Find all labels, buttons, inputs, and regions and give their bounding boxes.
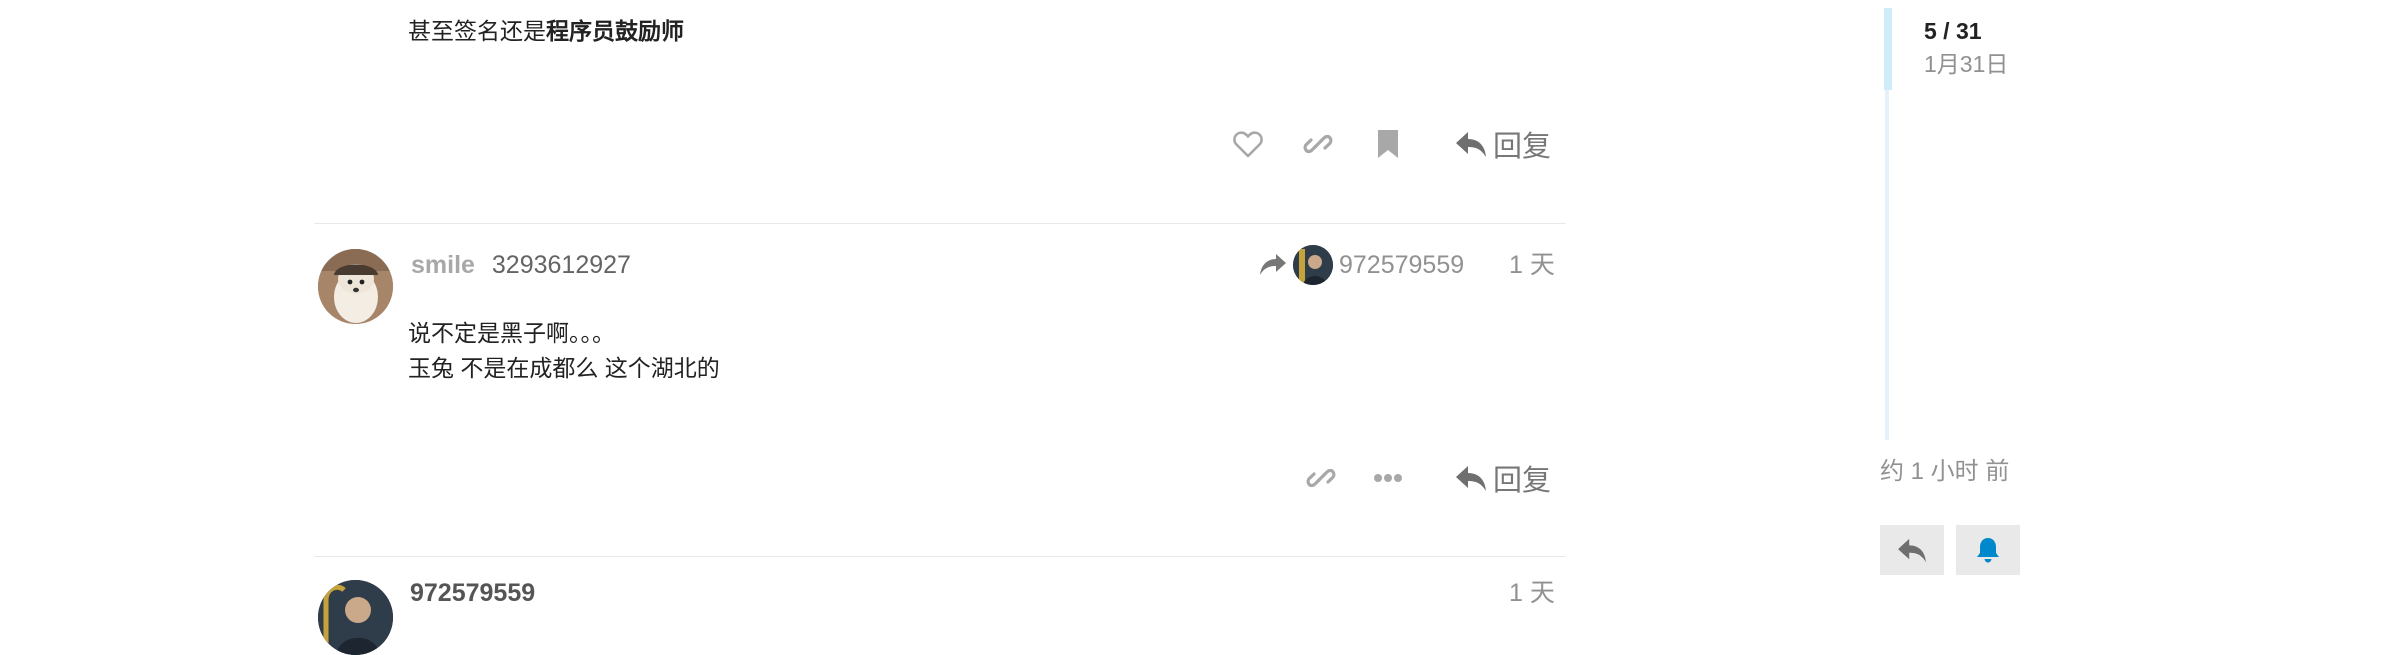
post-body: 说不定是黑子啊。。。 玉兔 不是在成都么 这个湖北的 xyxy=(408,316,720,386)
reply-label: 回复 xyxy=(1493,465,1552,497)
previous-post-reply-button[interactable]: 回复 xyxy=(1455,124,1551,164)
previous-post-bold-text: 程序员鼓励师 xyxy=(546,18,684,44)
user-id[interactable]: 3293612927 xyxy=(492,251,631,279)
previous-post-body: 甚至签名还是程序员鼓励师 xyxy=(408,14,684,49)
share-link-button[interactable] xyxy=(1298,124,1338,164)
reply-label: 回复 xyxy=(1493,131,1552,163)
person-avatar-image xyxy=(318,580,393,655)
next-post-username[interactable]: 972579559 xyxy=(410,578,535,608)
next-post-avatar[interactable] xyxy=(318,580,393,655)
share-arrow-icon xyxy=(1260,254,1286,275)
ellipsis-icon xyxy=(1374,474,1402,482)
timeline-last-activity[interactable]: 约 1 小时 前 xyxy=(1880,457,2009,487)
timeline-date: 1月31日 xyxy=(1924,51,2009,77)
bookmark-icon xyxy=(1378,130,1398,158)
notification-bell-button[interactable] xyxy=(1956,525,2020,575)
avatar[interactable] xyxy=(318,249,393,324)
reply-to-username: 972579559 xyxy=(1339,250,1465,279)
post-age[interactable]: 1 天 xyxy=(1509,250,1555,280)
like-button[interactable] xyxy=(1228,124,1268,164)
reply-to-avatar xyxy=(1293,245,1333,285)
link-icon xyxy=(1303,134,1333,154)
timeline-reply-button[interactable] xyxy=(1880,525,1944,575)
reply-arrow-icon xyxy=(1898,538,1926,563)
post-line-2: 玉兔 不是在成都么 这个湖北的 xyxy=(408,355,720,381)
next-post-age[interactable]: 1 天 xyxy=(1509,578,1555,608)
more-actions-button[interactable] xyxy=(1368,458,1408,498)
bookmark-button[interactable] xyxy=(1368,124,1408,164)
reply-arrow-icon xyxy=(1456,132,1486,157)
username-link[interactable]: smile xyxy=(411,251,475,279)
dog-avatar-image xyxy=(318,249,393,324)
reply-arrow-icon xyxy=(1456,466,1486,491)
link-icon xyxy=(1306,468,1336,488)
share-link-button[interactable] xyxy=(1301,458,1341,498)
bell-icon xyxy=(1977,538,1999,563)
post-divider xyxy=(314,223,1566,224)
previous-post-text: 甚至签名还是 xyxy=(408,18,546,44)
heart-icon xyxy=(1233,131,1263,158)
post-reply-button[interactable]: 回复 xyxy=(1455,458,1551,498)
reply-to-indicator[interactable]: 972579559 xyxy=(1259,243,1464,287)
person-avatar-image xyxy=(1293,245,1333,285)
post-line-1: 说不定是黑子啊。。。 xyxy=(408,320,615,346)
post-author-line: smile 3293612927 xyxy=(411,250,631,280)
post-divider xyxy=(314,556,1566,557)
timeline-position: 5 / 31 xyxy=(1924,18,1982,44)
timeline-scroll-handle[interactable] xyxy=(1884,8,1892,90)
